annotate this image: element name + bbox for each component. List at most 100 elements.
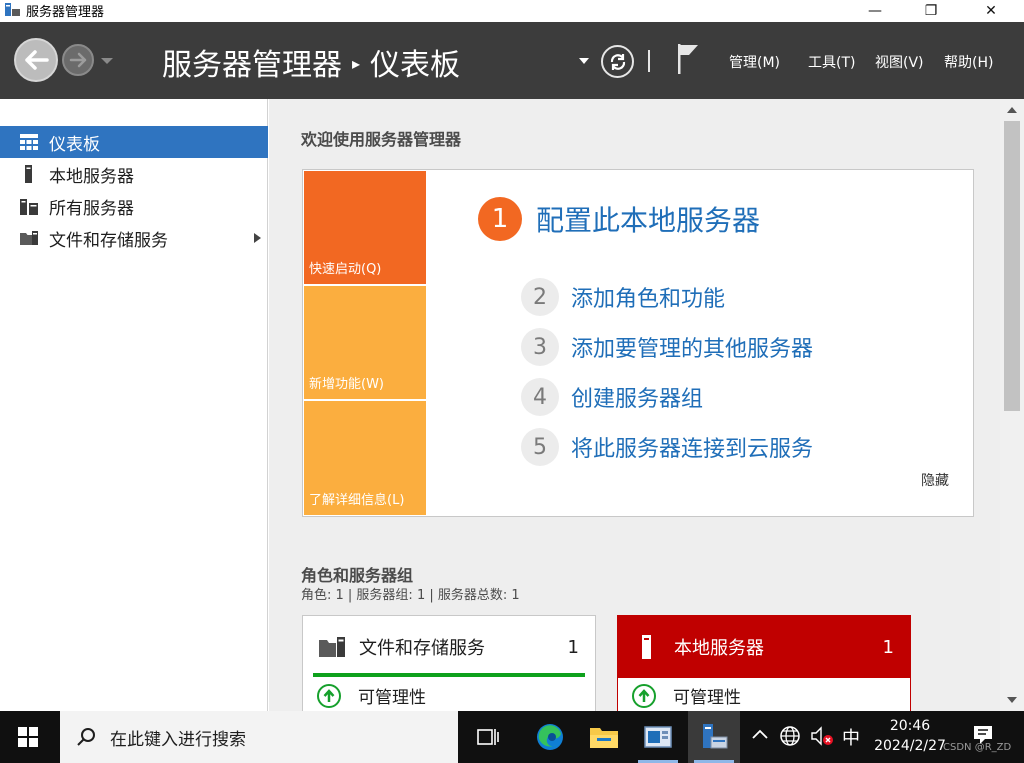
taskbar-app-file-explorer[interactable] (578, 711, 630, 763)
back-button[interactable] (14, 38, 58, 82)
forward-button[interactable] (62, 44, 94, 76)
refresh-button[interactable] (601, 45, 634, 78)
step-configure-local-server[interactable]: 1 配置此本地服务器 (478, 197, 760, 241)
card-header[interactable]: 文件和存储服务 1 (303, 616, 595, 678)
server-manager-app-icon (5, 3, 20, 16)
up-arrow-ok-icon (632, 683, 656, 708)
expand-arrow-icon[interactable] (254, 233, 261, 243)
vertical-scrollbar[interactable] (1000, 99, 1024, 711)
hide-link[interactable]: 隐藏 (921, 470, 949, 490)
card-count: 1 (882, 636, 894, 658)
taskbar-app-control-panel[interactable] (632, 711, 684, 763)
learn-more-tile[interactable]: 了解详细信息(L) (304, 401, 426, 515)
dashboard-content: 欢迎使用服务器管理器 快速启动(Q) 新增功能(W) 了解详细信息(L) 1 配… (269, 99, 1000, 711)
roles-section-title: 角色和服务器组 (301, 566, 414, 585)
search-placeholder: 在此键入进行搜索 (110, 729, 246, 750)
step-link[interactable]: 创建服务器组 (571, 381, 703, 413)
sidebar-item-label: 本地服务器 (49, 166, 134, 187)
task-view-button[interactable] (462, 711, 514, 763)
server-manager-icon (703, 724, 728, 749)
step-connect-cloud[interactable]: 5 将此服务器连接到云服务 (521, 428, 813, 466)
card-title: 本地服务器 (674, 638, 764, 659)
step-add-servers[interactable]: 3 添加要管理的其他服务器 (521, 328, 813, 366)
control-panel-icon (644, 726, 672, 748)
taskbar-app-server-manager[interactable] (688, 711, 740, 763)
manageability-row[interactable]: 可管理性 (632, 683, 741, 708)
step-number-badge: 4 (521, 378, 559, 416)
folder-icon (590, 728, 618, 748)
card-count: 1 (567, 636, 579, 658)
restore-button[interactable]: ❐ (908, 0, 954, 22)
start-button[interactable] (0, 711, 56, 763)
minimize-button[interactable]: — (852, 0, 898, 22)
header-bar: 服务器管理器 ▸ 仪表板 管理(M) 工具(T) 视图(V) 帮助(H) (0, 22, 1024, 99)
sidebar-item-label: 仪表板 (49, 134, 100, 155)
taskbar: 在此键入进行搜索 中 20:46 2024/2/27 (0, 711, 1024, 763)
card-header[interactable]: 本地服务器 1 (618, 616, 910, 678)
step-link[interactable]: 添加角色和功能 (571, 281, 725, 313)
taskbar-app-edge[interactable] (524, 711, 576, 763)
history-dropdown-icon[interactable] (101, 58, 113, 64)
servers-icon (20, 199, 38, 215)
search-icon (77, 728, 95, 746)
manageability-label: 可管理性 (358, 688, 426, 708)
breadcrumb: 服务器管理器 ▸ 仪表板 (162, 40, 460, 84)
role-card-local-server[interactable]: 本地服务器 1 可管理性 (617, 615, 911, 711)
step-link[interactable]: 将此服务器连接到云服务 (571, 431, 813, 463)
clock-time: 20:46 (889, 718, 931, 734)
server-icon (25, 165, 32, 183)
window-title: 服务器管理器 (26, 5, 105, 20)
notifications-flag-icon[interactable] (676, 42, 700, 76)
scroll-down-icon[interactable] (1007, 697, 1017, 703)
file-storage-icon (319, 637, 345, 657)
manageability-row[interactable]: 可管理性 (317, 683, 426, 708)
show-hidden-icons-chevron-icon[interactable] (751, 725, 769, 749)
sidebar-item-local-server[interactable]: 本地服务器 (0, 158, 268, 190)
role-card-file-storage[interactable]: 文件和存储服务 1 可管理性 (302, 615, 596, 711)
roles-summary: 角色: 1 | 服务器组: 1 | 服务器总数: 1 (301, 588, 520, 603)
arrow-right-icon (69, 52, 87, 68)
breadcrumb-separator-icon: ▸ (352, 54, 361, 73)
ime-indicator[interactable]: 中 (842, 724, 860, 750)
menu-help[interactable]: 帮助(H) (944, 52, 993, 72)
status-bar (313, 673, 585, 677)
breadcrumb-root[interactable]: 服务器管理器 (162, 48, 342, 83)
volume-muted-icon[interactable] (810, 725, 834, 751)
server-icon (642, 635, 651, 659)
menu-tools[interactable]: 工具(T) (808, 52, 855, 72)
tile-label: 了解详细信息(L) (309, 493, 405, 508)
network-globe-icon[interactable] (779, 725, 801, 751)
quick-start-tile[interactable]: 快速启动(Q) (304, 171, 426, 284)
whats-new-tile[interactable]: 新增功能(W) (304, 286, 426, 399)
menu-view[interactable]: 视图(V) (875, 52, 924, 72)
scroll-thumb[interactable] (1004, 121, 1020, 411)
step-number-badge: 2 (521, 278, 559, 316)
header-divider (648, 50, 650, 72)
taskbar-search-box[interactable]: 在此键入进行搜索 (60, 711, 458, 763)
dashboard-icon (20, 134, 38, 150)
menu-manage[interactable]: 管理(M) (729, 52, 780, 72)
sidebar-item-label: 所有服务器 (49, 198, 134, 219)
file-storage-icon (20, 231, 38, 245)
welcome-panel: 快速启动(Q) 新增功能(W) 了解详细信息(L) 1 配置此本地服务器 2 添… (302, 169, 974, 517)
watermark-text: CSDN @R_ZD (943, 742, 1012, 753)
step-number-badge: 5 (521, 428, 559, 466)
manageability-label: 可管理性 (673, 688, 741, 708)
task-view-icon (477, 729, 499, 745)
sidebar-item-label: 文件和存储服务 (49, 230, 168, 251)
windows-logo-icon (18, 727, 38, 747)
up-arrow-ok-icon (317, 683, 341, 708)
step-create-server-group[interactable]: 4 创建服务器组 (521, 378, 703, 416)
step-number-badge: 3 (521, 328, 559, 366)
scroll-up-icon[interactable] (1007, 107, 1017, 113)
sidebar-item-file-storage[interactable]: 文件和存储服务 (0, 222, 268, 254)
step-link[interactable]: 配置此本地服务器 (536, 199, 760, 239)
breadcrumb-dropdown-icon[interactable] (579, 58, 589, 64)
step-link[interactable]: 添加要管理的其他服务器 (571, 331, 813, 363)
step-add-roles[interactable]: 2 添加角色和功能 (521, 278, 725, 316)
sidebar-item-all-servers[interactable]: 所有服务器 (0, 190, 268, 222)
sidebar-item-dashboard[interactable]: 仪表板 (0, 126, 268, 158)
close-button[interactable]: ✕ (968, 0, 1014, 22)
breadcrumb-current: 仪表板 (370, 48, 461, 83)
welcome-title: 欢迎使用服务器管理器 (301, 130, 462, 149)
